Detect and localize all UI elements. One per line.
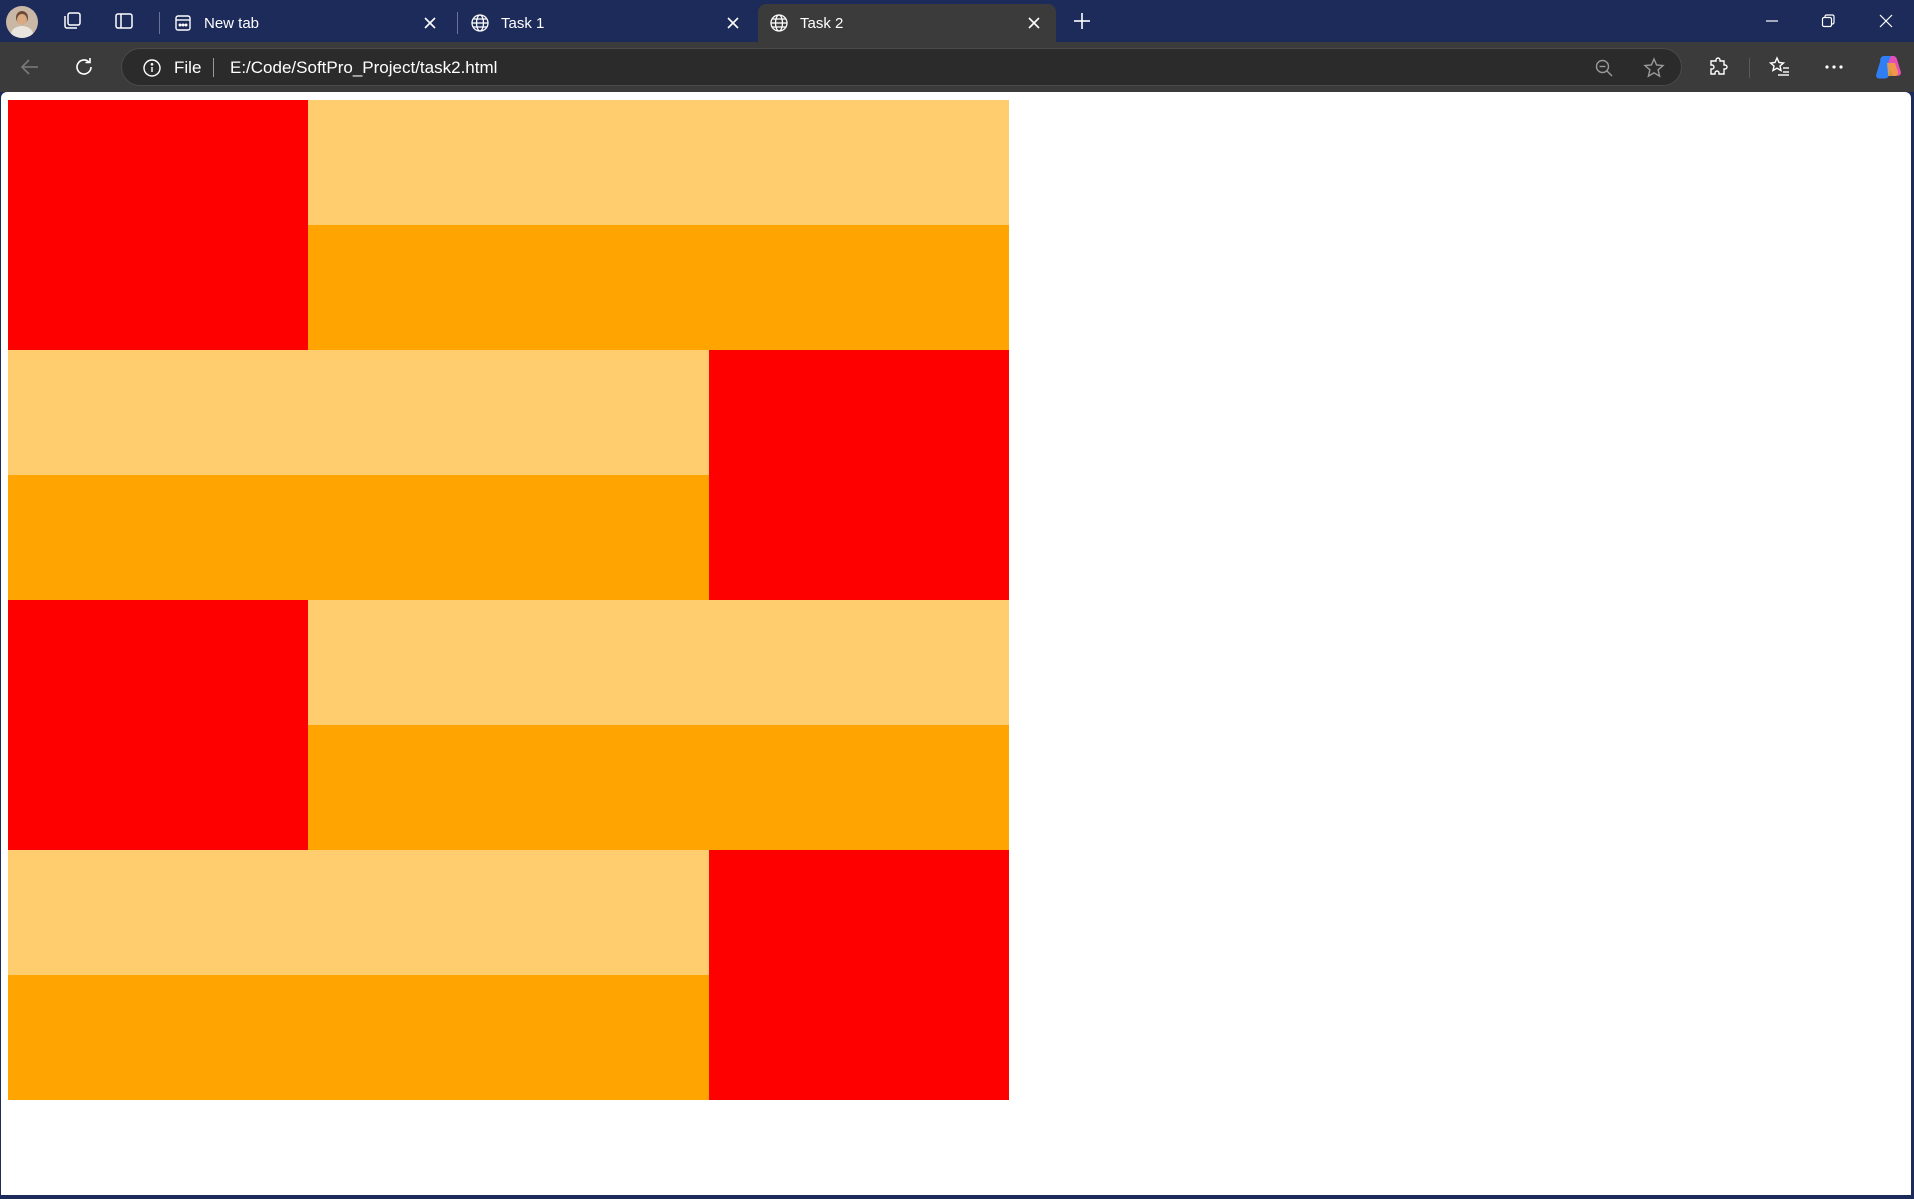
new-tab-button[interactable] <box>1064 4 1100 38</box>
globe-icon <box>768 12 790 34</box>
red-square <box>8 600 308 850</box>
restore-icon <box>1821 14 1835 28</box>
favorites-list-icon <box>1769 56 1789 76</box>
extensions-button[interactable] <box>1701 49 1737 85</box>
address-divider <box>213 58 214 77</box>
close-window-button[interactable] <box>1858 0 1914 42</box>
tab-separator <box>457 12 458 34</box>
color-block-row <box>8 350 1009 600</box>
orange-bar <box>8 975 709 1100</box>
red-square <box>709 850 1009 1100</box>
refresh-icon <box>76 58 92 75</box>
minimize-icon <box>1766 20 1778 22</box>
tab-strip: New tab Task 1 Task 2 <box>0 0 1914 42</box>
puzzle-icon <box>1710 57 1728 75</box>
red-square <box>8 100 308 350</box>
vertical-tabs-icon <box>115 13 133 29</box>
close-icon[interactable] <box>721 11 745 35</box>
red-square <box>709 350 1009 600</box>
color-block-grid <box>8 100 1009 1100</box>
settings-more-button[interactable] <box>1816 49 1852 85</box>
browser-toolbar: File E:/Code/SoftPro_Project/task2.html <box>0 42 1914 92</box>
profile-avatar[interactable] <box>6 6 38 38</box>
minimize-button[interactable] <box>1744 0 1800 42</box>
copilot-icon <box>1876 56 1901 79</box>
page-viewport <box>1 92 1911 1195</box>
favorite-star-icon[interactable] <box>1638 52 1670 84</box>
info-icon[interactable] <box>142 58 162 78</box>
copilot-button[interactable] <box>1870 49 1906 85</box>
close-icon[interactable] <box>1022 11 1046 35</box>
zoom-out-icon[interactable] <box>1588 52 1620 84</box>
orange-bar <box>308 725 1009 850</box>
plus-icon <box>1074 13 1090 29</box>
tab-task-1[interactable]: Task 1 <box>459 4 755 42</box>
tab-title: Task 1 <box>501 14 545 32</box>
back-arrow-icon <box>20 59 38 75</box>
light-orange-bar <box>8 350 709 475</box>
address-bar[interactable]: File E:/Code/SoftPro_Project/task2.html <box>121 48 1682 86</box>
tab-separator <box>159 12 160 34</box>
orange-bar <box>308 225 1009 350</box>
restore-button[interactable] <box>1800 0 1856 42</box>
workspaces-icon <box>64 12 81 29</box>
tab-new-tab[interactable]: New tab <box>162 4 452 42</box>
tab-task-2[interactable]: Task 2 <box>758 4 1056 42</box>
light-orange-bar <box>8 850 709 975</box>
tab-title: Task 2 <box>800 14 844 32</box>
tab-title: New tab <box>204 14 260 32</box>
workspaces-button[interactable] <box>54 4 90 38</box>
more-icon <box>1825 65 1843 69</box>
globe-icon <box>469 12 491 34</box>
color-block-row <box>8 850 1009 1100</box>
favorites-button[interactable] <box>1762 49 1798 85</box>
light-orange-bar <box>308 600 1009 725</box>
url-text[interactable]: E:/Code/SoftPro_Project/task2.html <box>230 58 497 78</box>
refresh-button[interactable] <box>66 49 102 85</box>
light-orange-bar <box>308 100 1009 225</box>
toolbar-separator <box>1749 58 1750 78</box>
color-block-row <box>8 600 1009 850</box>
site-info-label[interactable]: File <box>174 58 201 78</box>
new-tab-page-icon <box>172 12 194 34</box>
close-icon <box>1879 14 1893 28</box>
back-button[interactable] <box>12 49 48 85</box>
tab-actions-button[interactable] <box>106 4 142 38</box>
color-block-row <box>8 100 1009 350</box>
close-icon[interactable] <box>418 11 442 35</box>
orange-bar <box>8 475 709 600</box>
